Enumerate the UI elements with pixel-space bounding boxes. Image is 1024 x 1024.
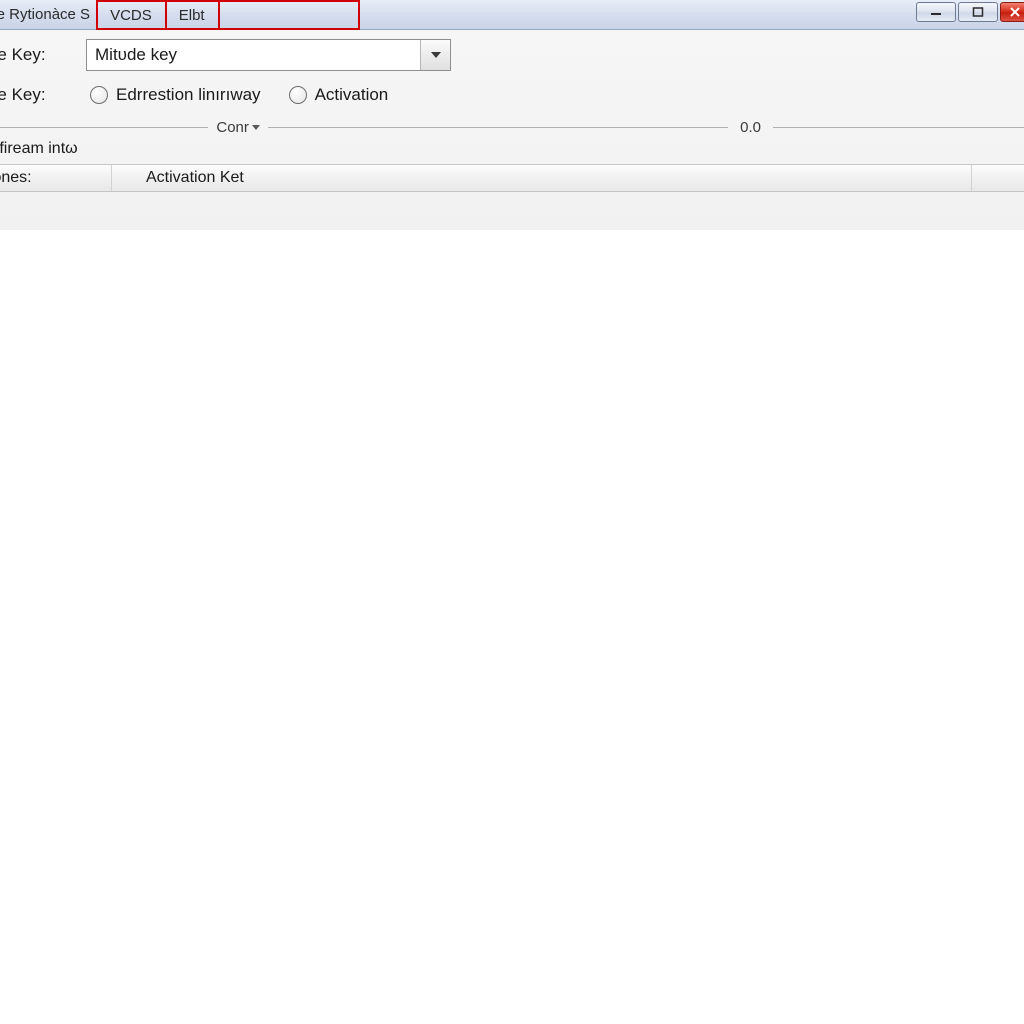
radio-activation[interactable]: Activation xyxy=(289,85,389,105)
minimize-icon xyxy=(930,7,942,17)
radio-edrrestion-label: Edrrestion linırıway xyxy=(116,85,261,105)
separator-mid-text: Conr xyxy=(216,119,249,136)
radio-circle-icon xyxy=(90,86,108,104)
titlebar: irue Rytionàce S VCDS Elbt xyxy=(0,0,1024,30)
maximize-icon xyxy=(972,7,984,17)
close-icon xyxy=(1009,6,1021,18)
separator-line xyxy=(268,127,728,128)
license-key-label: ense Key: xyxy=(0,45,86,65)
radio-group-label: ense Key: xyxy=(0,85,86,105)
status-text: se fiream intω xyxy=(0,140,1024,158)
radio-circle-icon xyxy=(289,86,307,104)
separator-line xyxy=(0,127,208,128)
table-col-activation-key[interactable]: Activation Ket xyxy=(112,165,972,191)
maximize-button[interactable] xyxy=(958,2,998,22)
license-key-value[interactable]: Mitυde key xyxy=(87,40,420,70)
table-header: diones: Activation Ket xyxy=(0,164,1024,192)
menu-item-vcds[interactable]: VCDS xyxy=(98,2,165,30)
window-title: irue Rytionàce S xyxy=(0,6,96,23)
chevron-down-icon xyxy=(431,52,441,58)
highlighted-menu-group: VCDS Elbt xyxy=(96,0,220,30)
radio-group: Edrrestion linırıway Activation xyxy=(90,85,388,105)
table-body-empty xyxy=(0,230,1024,1024)
separator-mid-label: Conr xyxy=(208,119,268,136)
content-area: ense Key: Mitυde key ense Key: Edrrestio… xyxy=(0,30,1024,230)
highlight-empty-box xyxy=(220,0,360,30)
radio-edrrestion[interactable]: Edrrestion linırıway xyxy=(90,85,261,105)
table-col-diones[interactable]: diones: xyxy=(0,165,112,191)
license-key-row: ense Key: Mitυde key xyxy=(0,36,1024,74)
close-button[interactable] xyxy=(1000,2,1024,22)
minimize-button[interactable] xyxy=(916,2,956,22)
radio-activation-label: Activation xyxy=(315,85,389,105)
separator-right-label: 0.0 xyxy=(728,119,773,136)
separator-line xyxy=(773,127,1024,128)
combo-dropdown-button[interactable] xyxy=(420,40,450,70)
menu-item-elbt[interactable]: Elbt xyxy=(167,2,218,30)
table-col-empty[interactable] xyxy=(972,165,1024,191)
license-key-combo[interactable]: Mitυde key xyxy=(86,39,451,71)
separator-row: rt Conr 0.0 xyxy=(0,116,1024,138)
window-controls xyxy=(916,2,1024,22)
license-key-radio-row: ense Key: Edrrestion linırıway Activatio… xyxy=(0,78,1024,112)
chevron-down-icon xyxy=(252,125,260,130)
